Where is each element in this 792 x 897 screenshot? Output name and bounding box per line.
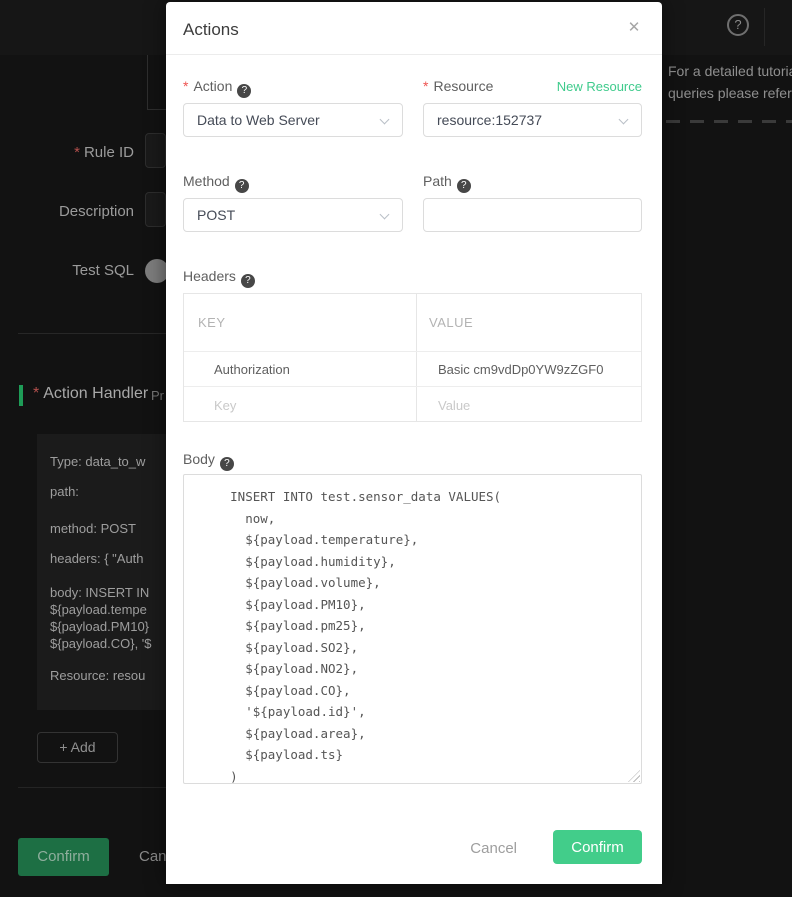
help-icon[interactable]: ? <box>727 14 749 36</box>
description-label: Description <box>0 203 134 220</box>
body-textarea[interactable]: INSERT INTO test.sensor_data VALUES( now… <box>183 474 642 784</box>
rule-id-label: *Rule ID <box>0 144 134 161</box>
header-key-input[interactable] <box>214 387 409 423</box>
method-label: Method? <box>183 173 249 193</box>
body-help-icon[interactable]: ? <box>220 457 234 471</box>
modal-header: Actions ✕ <box>166 2 662 55</box>
required-marker: * <box>423 78 428 94</box>
test-sql-label: Test SQL <box>0 262 134 279</box>
action-help-icon[interactable]: ? <box>237 84 251 98</box>
new-resource-link[interactable]: New Resource <box>557 79 642 94</box>
path-label: Path? <box>423 173 471 193</box>
section-accent-bar <box>19 385 23 406</box>
resource-label: *Resource <box>423 78 493 94</box>
action-handler-label: *Action Handler <box>33 385 148 403</box>
summary-path-line: path: <box>50 484 79 499</box>
summary-body-line: ${payload.tempe <box>50 602 147 617</box>
actions-modal: Actions ✕ *Action? *Resource New Resourc… <box>166 2 662 884</box>
table-header-row: KEY VALUE <box>184 294 641 351</box>
table-row <box>184 386 641 423</box>
header-key-input[interactable] <box>214 352 409 386</box>
chevron-down-icon <box>380 115 390 125</box>
required-marker: * <box>74 144 80 161</box>
headers-table: KEY VALUE <box>183 293 642 422</box>
description-input[interactable] <box>145 192 166 227</box>
tutorial-line-1: For a detailed tutorial <box>668 60 792 82</box>
modal-cancel-button[interactable]: Cancel <box>470 840 517 857</box>
navbar-divider <box>764 8 765 46</box>
modal-confirm-button[interactable]: Confirm <box>553 830 642 864</box>
add-action-button[interactable]: + Add <box>37 732 118 763</box>
resource-select[interactable]: resource:152737 <box>423 103 642 137</box>
path-help-icon[interactable]: ? <box>457 179 471 193</box>
summary-method-line: method: POST <box>50 521 136 536</box>
key-column-header: KEY <box>198 315 226 330</box>
resource-select-value: resource:152737 <box>437 112 542 128</box>
summary-body-line: ${payload.CO}, '$ <box>50 636 152 651</box>
body-label: Body? <box>183 451 234 471</box>
summary-body-line: ${payload.PM10} <box>50 619 149 634</box>
tutorial-line-2: queries please refer to <box>668 82 792 104</box>
modal-title: Actions <box>183 20 239 40</box>
background-panel-corner <box>147 55 166 110</box>
section-divider <box>18 333 166 334</box>
header-value-input[interactable] <box>438 352 636 386</box>
page-confirm-button[interactable]: Confirm <box>18 838 109 876</box>
required-marker: * <box>183 78 188 94</box>
table-row <box>184 351 641 386</box>
action-summary-card: Type: data_to_w path: method: POST heade… <box>37 434 166 710</box>
summary-body-line: body: INSERT IN <box>50 585 149 600</box>
chevron-down-icon <box>619 115 629 125</box>
action-handler-hint: Pr <box>151 388 164 403</box>
headers-help-icon[interactable]: ? <box>241 274 255 288</box>
summary-headers-line: headers: { "Auth <box>50 551 144 566</box>
action-label: *Action? <box>183 78 251 98</box>
action-select[interactable]: Data to Web Server <box>183 103 403 137</box>
chevron-down-icon <box>380 210 390 220</box>
method-select[interactable]: POST <box>183 198 403 232</box>
action-select-value: Data to Web Server <box>197 112 320 128</box>
summary-type-line: Type: data_to_w <box>50 454 145 469</box>
method-select-value: POST <box>197 207 235 223</box>
path-input[interactable] <box>423 198 642 232</box>
value-column-header: VALUE <box>429 315 473 330</box>
method-help-icon[interactable]: ? <box>235 179 249 193</box>
summary-resource-line: Resource: resou <box>50 668 145 683</box>
footer-divider <box>18 787 166 788</box>
tutorial-note: For a detailed tutorial queries please r… <box>668 60 792 104</box>
header-value-input[interactable] <box>438 387 636 423</box>
required-marker: * <box>33 385 39 402</box>
close-icon[interactable]: ✕ <box>624 18 644 38</box>
dashed-divider <box>666 120 792 123</box>
headers-label: Headers? <box>183 268 255 288</box>
rule-id-input[interactable] <box>145 133 166 168</box>
